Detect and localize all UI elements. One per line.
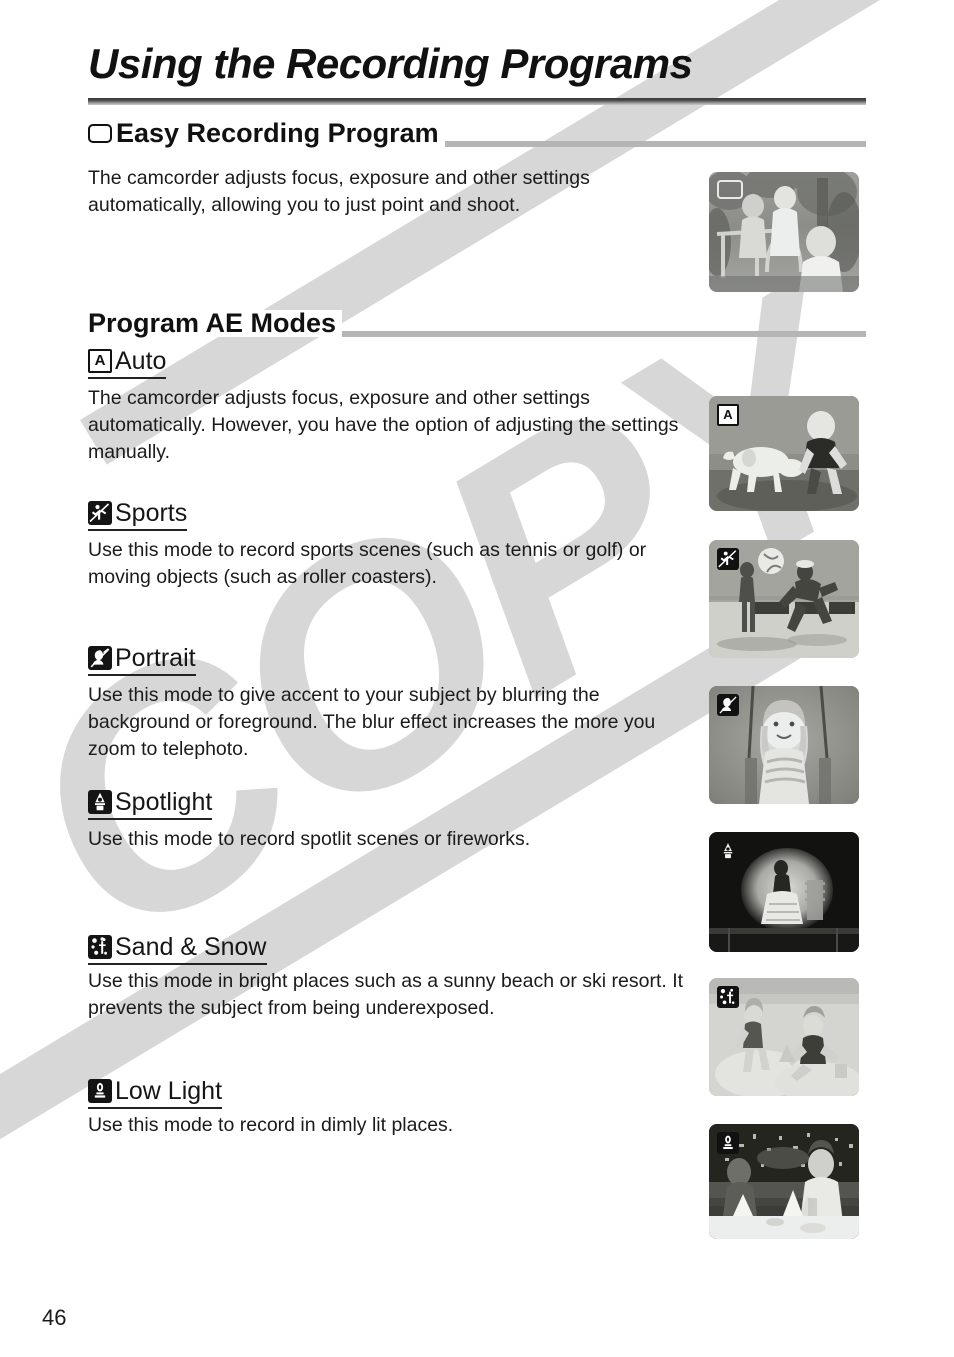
spotlight-lamp-icon xyxy=(88,790,112,815)
sand-and-snow-body: Use this mode in bright places such as a… xyxy=(88,970,684,1019)
mode-heading-low-light: Low Light xyxy=(88,1077,223,1110)
mode-heading-label: Sports xyxy=(115,499,188,527)
sports-thumbnail xyxy=(709,540,859,658)
low-light-thumbnail xyxy=(709,1124,859,1239)
page-number: 46 xyxy=(42,1305,67,1330)
page-title: Using the Recording Programs xyxy=(88,40,693,87)
mode-heading-label: Portrait xyxy=(115,644,196,672)
auto-body: The camcorder adjusts focus, exposure an… xyxy=(88,387,679,463)
section-heading-program-ae-modes: Program AE Modes xyxy=(88,310,866,337)
mode-heading-spotlight: Spotlight xyxy=(88,788,213,821)
sand-and-snow-thumbnail xyxy=(709,978,859,1096)
section-heading-label: Easy Recording Program xyxy=(116,118,439,148)
mode-heading-label: Sand & Snow xyxy=(115,933,267,961)
thumbnail-badge-rounded-rectangle-icon xyxy=(717,180,743,199)
rounded-rectangle-icon xyxy=(88,124,112,143)
mode-heading-sand-and-snow: Sand & Snow xyxy=(88,933,267,966)
portrait-head-icon xyxy=(88,646,112,671)
mode-heading-auto: A Auto xyxy=(88,347,167,380)
mode-heading-sports: Sports xyxy=(88,499,188,532)
thumbnail-badge-low-light-candle-icon xyxy=(717,1132,739,1154)
thumbnail-badge-spotlight-lamp-icon xyxy=(717,840,739,862)
section-heading-easy-recording-program: Easy Recording Program xyxy=(88,120,866,147)
easy-recording-program-body: The camcorder adjusts focus, exposure an… xyxy=(88,167,590,216)
portrait-thumbnail xyxy=(709,686,859,804)
sports-runner-icon xyxy=(88,501,112,526)
sports-body: Use this mode to record sports scenes (s… xyxy=(88,539,647,588)
mode-heading-label: Spotlight xyxy=(115,788,213,816)
document-page: Using the Recording Programs Easy Record… xyxy=(0,0,954,1357)
thumbnail-badge-sports-runner-icon xyxy=(717,548,739,570)
thumbnail-badge-portrait-head-icon xyxy=(717,694,739,716)
title-divider xyxy=(88,98,866,105)
portrait-body: Use this mode to give accent to your sub… xyxy=(88,684,656,760)
thumbnail-badge-auto-a-icon: A xyxy=(717,404,739,426)
auto-a-icon: A xyxy=(88,349,112,374)
auto-thumbnail: A xyxy=(709,396,859,511)
mode-heading-portrait: Portrait xyxy=(88,644,196,677)
thumbnail-badge-sand-snow-icon xyxy=(717,986,739,1008)
easy-recording-thumbnail xyxy=(709,172,859,292)
low-light-body: Use this mode to record in dimly lit pla… xyxy=(88,1114,454,1136)
sand-snow-icon xyxy=(88,935,112,960)
section-heading-label: Program AE Modes xyxy=(88,308,337,338)
spotlight-thumbnail xyxy=(709,832,859,952)
low-light-candle-icon xyxy=(88,1079,112,1104)
mode-heading-label: Auto xyxy=(115,347,167,375)
spotlight-body: Use this mode to record spotlit scenes o… xyxy=(88,828,531,850)
mode-heading-label: Low Light xyxy=(115,1077,223,1105)
